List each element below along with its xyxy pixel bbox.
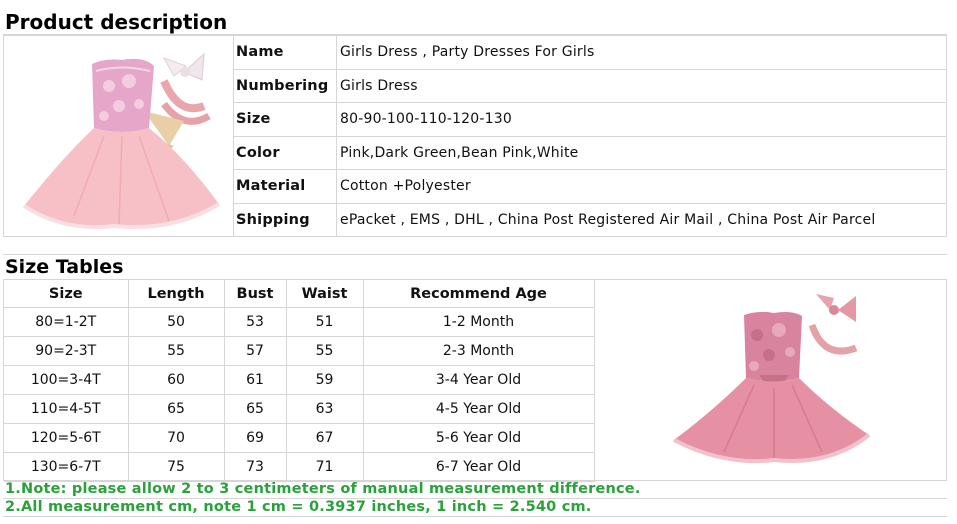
- pd-label: Size: [234, 103, 337, 136]
- cell-bust: 73: [223, 452, 287, 482]
- cell-size: 90=2-3T: [4, 336, 129, 366]
- cell-length: 55: [127, 336, 225, 366]
- pd-row-shipping: Shipping ePacket , EMS , DHL , China Pos…: [234, 203, 946, 237]
- cell-length: 50: [127, 307, 225, 337]
- dress-illustration: [673, 294, 871, 464]
- cell-waist: 55: [285, 336, 364, 366]
- table-row: 80=1-2T 50 53 51 1-2 Month: [4, 307, 595, 337]
- header-recommend-age: Recommend Age: [362, 280, 595, 308]
- pd-label: Color: [234, 136, 337, 169]
- pd-row-material: Material Cotton +Polyester: [234, 170, 946, 204]
- cell-waist: 71: [285, 452, 364, 482]
- cell-size: 120=5-6T: [4, 423, 129, 453]
- header-length: Length: [127, 280, 225, 308]
- product-image-dress-side: [594, 280, 946, 480]
- pd-row-size: Size 80-90-100-110-120-130: [234, 103, 946, 137]
- cell-bust: 69: [223, 423, 287, 453]
- cell-size: 80=1-2T: [4, 307, 129, 337]
- note-measurement-difference: 1.Note: please allow 2 to 3 centimeters …: [5, 481, 641, 497]
- cell-age: 1-2 Month: [362, 307, 595, 337]
- size-table: Size Length Bust Waist Recommend Age 80=…: [4, 280, 595, 482]
- cell-bust: 53: [223, 307, 287, 337]
- table-row: 90=2-3T 55 57 55 2-3 Month: [4, 336, 595, 366]
- pd-label: Shipping: [234, 203, 337, 237]
- headband-bow-icon: [808, 294, 858, 355]
- cell-waist: 63: [285, 394, 364, 424]
- product-description-title: Product description: [5, 10, 228, 34]
- cell-length: 70: [127, 423, 225, 453]
- pd-value: Pink,Dark Green,Bean Pink,White: [340, 144, 579, 161]
- header-waist: Waist: [285, 280, 364, 308]
- table-row: 130=6-7T 75 73 71 6-7 Year Old: [4, 452, 595, 482]
- pd-row-color: Color Pink,Dark Green,Bean Pink,White: [234, 136, 946, 170]
- pd-row-name: Name Girls Dress , Party Dresses For Gir…: [234, 36, 946, 70]
- cell-waist: 51: [285, 307, 364, 337]
- header-size: Size: [4, 280, 129, 308]
- table-row: 120=5-6T 70 69 67 5-6 Year Old: [4, 423, 595, 453]
- dress-illustration: [22, 52, 221, 230]
- cell-size: 100=3-4T: [4, 365, 129, 395]
- cell-age: 6-7 Year Old: [362, 452, 595, 482]
- pd-label: Material: [234, 170, 337, 203]
- cell-length: 60: [127, 365, 225, 395]
- cell-age: 2-3 Month: [362, 336, 595, 366]
- cell-bust: 61: [223, 365, 287, 395]
- divider: [3, 516, 947, 517]
- cell-age: 5-6 Year Old: [362, 423, 595, 453]
- table-row: 110=4-5T 65 65 63 4-5 Year Old: [4, 394, 595, 424]
- cell-age: 3-4 Year Old: [362, 365, 595, 395]
- size-table-container: Size Length Bust Waist Recommend Age 80=…: [3, 279, 947, 482]
- cell-size: 110=4-5T: [4, 394, 129, 424]
- pd-label: Numbering: [234, 69, 337, 102]
- pd-value: ePacket , EMS , DHL , China Post Registe…: [340, 212, 876, 229]
- cell-bust: 57: [223, 336, 287, 366]
- product-image-dress-front: [4, 36, 234, 236]
- pd-value: 80-90-100-110-120-130: [340, 111, 512, 128]
- size-tables-title: Size Tables: [5, 256, 124, 278]
- pd-label: Name: [234, 36, 337, 69]
- pd-value: Cotton +Polyester: [340, 178, 471, 195]
- cell-waist: 59: [285, 365, 364, 395]
- size-table-header: Size Length Bust Waist Recommend Age: [4, 280, 595, 308]
- table-row: 100=3-4T 60 61 59 3-4 Year Old: [4, 365, 595, 395]
- pd-value: Girls Dress , Party Dresses For Girls: [340, 44, 595, 61]
- pd-row-numbering: Numbering Girls Dress: [234, 69, 946, 103]
- cell-age: 4-5 Year Old: [362, 394, 595, 424]
- cell-size: 130=6-7T: [4, 452, 129, 482]
- cell-length: 75: [127, 452, 225, 482]
- cell-length: 65: [127, 394, 225, 424]
- note-unit-conversion: 2.All measurement cm, note 1 cm = 0.3937…: [5, 499, 592, 515]
- cell-bust: 65: [223, 394, 287, 424]
- pd-value: Girls Dress: [340, 77, 418, 94]
- headband-bow-icon: [160, 52, 211, 125]
- product-description-table: Name Girls Dress , Party Dresses For Gir…: [3, 35, 947, 237]
- header-bust: Bust: [223, 280, 287, 308]
- divider: [3, 254, 947, 255]
- cell-waist: 67: [285, 423, 364, 453]
